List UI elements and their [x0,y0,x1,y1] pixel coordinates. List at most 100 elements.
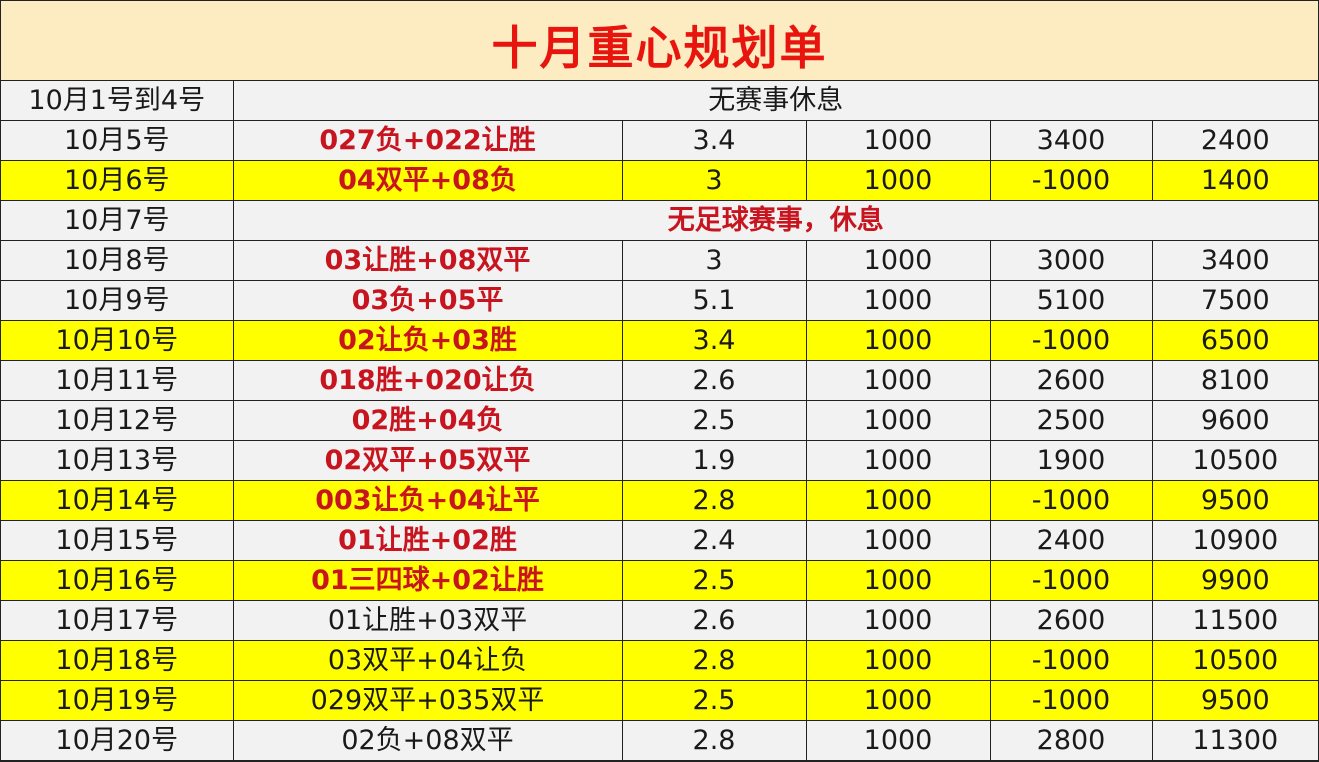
odds-cell[interactable]: 2.5 [621,560,807,601]
odds-cell[interactable]: 2.6 [621,360,807,401]
note-cell[interactable]: 无赛事休息 [232,81,1319,121]
result-cell[interactable]: 2800 [989,720,1153,761]
table-row: 10月20号 02负+08双平 2.8 1000 2800 11300 [1,720,1319,761]
pick-cell[interactable]: 02让负+03胜 [232,320,623,361]
title-bar: 十月重心规划单 [1,1,1318,81]
stake-cell[interactable]: 1000 [805,600,991,641]
odds-cell[interactable]: 3.4 [621,120,807,161]
date-cell[interactable]: 10月15号 [1,520,234,561]
pick-cell[interactable]: 01三四球+02让胜 [232,560,623,601]
pick-cell[interactable]: 027负+022让胜 [232,120,623,161]
result-cell[interactable]: 5100 [989,280,1153,321]
note-cell[interactable]: 无足球赛事，休息 [232,200,1319,241]
pick-cell[interactable]: 03让胜+08双平 [232,240,623,281]
odds-cell[interactable]: 2.8 [621,480,807,521]
stake-cell[interactable]: 1000 [805,400,991,441]
result-cell[interactable]: 2600 [989,360,1153,401]
total-cell[interactable]: 11500 [1151,600,1319,641]
pick-cell[interactable]: 02双平+05双平 [232,440,623,481]
result-cell[interactable]: 2400 [989,520,1153,561]
date-cell[interactable]: 10月18号 [1,640,234,681]
result-cell[interactable]: 3000 [989,240,1153,281]
table-row: 10月10号 02让负+03胜 3.4 1000 -1000 6500 [1,320,1319,361]
result-cell[interactable]: -1000 [989,640,1153,681]
date-cell[interactable]: 10月17号 [1,600,234,641]
total-cell[interactable]: 10900 [1151,520,1319,561]
pick-cell[interactable]: 01让胜+02胜 [232,520,623,561]
total-cell[interactable]: 10500 [1151,640,1319,681]
plan-table-body: 10月1号到4号 无赛事休息 10月5号 027负+022让胜 3.4 1000 3400 2… [1,81,1319,761]
odds-cell[interactable]: 3.4 [621,320,807,361]
odds-cell[interactable]: 3 [621,160,807,201]
stake-cell[interactable]: 1000 [805,680,991,721]
pick-cell[interactable]: 04双平+08负 [232,160,623,201]
total-cell[interactable]: 9500 [1151,680,1319,721]
result-cell[interactable]: 2600 [989,600,1153,641]
stake-cell[interactable]: 1000 [805,280,991,321]
pick-cell[interactable]: 02胜+04负 [232,400,623,441]
result-cell[interactable]: -1000 [989,480,1153,521]
date-cell[interactable]: 10月20号 [1,720,234,761]
result-cell[interactable]: -1000 [989,560,1153,601]
total-cell[interactable]: 9900 [1151,560,1319,601]
odds-cell[interactable]: 2.8 [621,720,807,761]
date-cell[interactable]: 10月16号 [1,560,234,601]
odds-cell[interactable]: 2.5 [621,400,807,441]
total-cell[interactable]: 1400 [1151,160,1319,201]
pick-cell[interactable]: 018胜+020让负 [232,360,623,401]
odds-cell[interactable]: 2.5 [621,680,807,721]
stake-cell[interactable]: 1000 [805,320,991,361]
date-cell[interactable]: 10月7号 [1,200,234,241]
date-cell[interactable]: 10月9号 [1,280,234,321]
total-cell[interactable]: 10500 [1151,440,1319,481]
stake-cell[interactable]: 1000 [805,640,991,681]
total-cell[interactable]: 8100 [1151,360,1319,401]
result-cell[interactable]: -1000 [989,160,1153,201]
pick-cell[interactable]: 02负+08双平 [232,720,623,761]
stake-cell[interactable]: 1000 [805,440,991,481]
pick-cell[interactable]: 003让负+04让平 [232,480,623,521]
total-cell[interactable]: 2400 [1151,120,1319,161]
stake-cell[interactable]: 1000 [805,240,991,281]
total-cell[interactable]: 7500 [1151,280,1319,321]
pick-cell[interactable]: 01让胜+03双平 [232,600,623,641]
odds-cell[interactable]: 5.1 [621,280,807,321]
odds-cell[interactable]: 2.6 [621,600,807,641]
result-cell[interactable]: -1000 [989,680,1153,721]
result-cell[interactable]: 2500 [989,400,1153,441]
pick-cell[interactable]: 029双平+035双平 [232,680,623,721]
date-cell[interactable]: 10月13号 [1,440,234,481]
total-cell[interactable]: 6500 [1151,320,1319,361]
stake-cell[interactable]: 1000 [805,560,991,601]
stake-cell[interactable]: 1000 [805,120,991,161]
stake-cell[interactable]: 1000 [805,360,991,401]
date-cell[interactable]: 10月14号 [1,480,234,521]
total-cell[interactable]: 9500 [1151,480,1319,521]
pick-cell[interactable]: 03双平+04让负 [232,640,623,681]
odds-cell[interactable]: 1.9 [621,440,807,481]
date-cell[interactable]: 10月19号 [1,680,234,721]
stake-cell[interactable]: 1000 [805,720,991,761]
date-cell[interactable]: 10月11号 [1,360,234,401]
date-cell[interactable]: 10月10号 [1,320,234,361]
odds-cell[interactable]: 2.8 [621,640,807,681]
date-cell[interactable]: 10月5号 [1,120,234,161]
pick-cell[interactable]: 03负+05平 [232,280,623,321]
total-cell[interactable]: 11300 [1151,720,1319,761]
stake-cell[interactable]: 1000 [805,480,991,521]
result-cell[interactable]: -1000 [989,320,1153,361]
result-cell[interactable]: 3400 [989,120,1153,161]
result-cell[interactable]: 1900 [989,440,1153,481]
table-row: 10月16号 01三四球+02让胜 2.5 1000 -1000 9900 [1,560,1319,601]
total-cell[interactable]: 9600 [1151,400,1319,441]
date-cell[interactable]: 10月1号到4号 [1,81,234,121]
stake-cell[interactable]: 1000 [805,160,991,201]
date-cell[interactable]: 10月8号 [1,240,234,281]
odds-cell[interactable]: 3 [621,240,807,281]
table-row: 10月5号 027负+022让胜 3.4 1000 3400 2400 [1,120,1319,161]
date-cell[interactable]: 10月6号 [1,160,234,201]
odds-cell[interactable]: 2.4 [621,520,807,561]
stake-cell[interactable]: 1000 [805,520,991,561]
date-cell[interactable]: 10月12号 [1,400,234,441]
total-cell[interactable]: 3400 [1151,240,1319,281]
